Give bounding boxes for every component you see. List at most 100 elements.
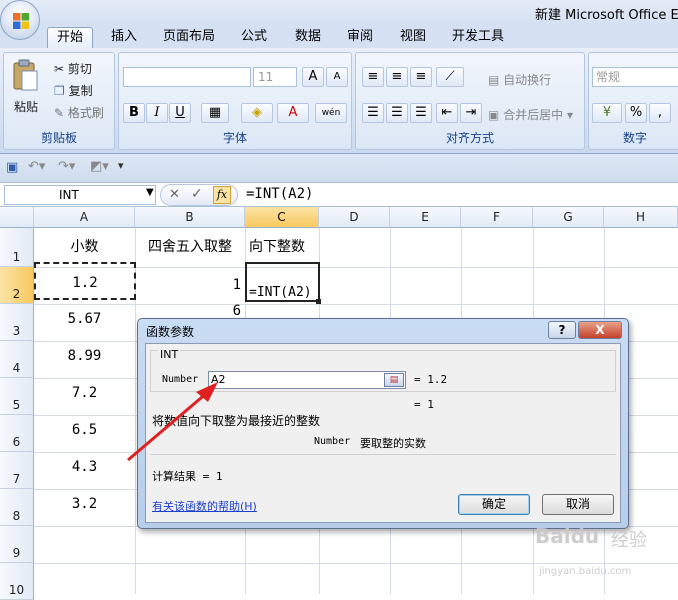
decrease-indent-icon[interactable]: ⇤ <box>436 103 458 123</box>
title-bar: 新建 Microsoft Office Exc <box>0 0 678 24</box>
row-header-5[interactable]: 5 <box>0 378 34 415</box>
customize-qat-icon[interactable]: ▾ <box>118 159 124 172</box>
number-arg-input[interactable]: A2 <box>208 371 406 389</box>
col-header-d[interactable]: D <box>319 207 390 228</box>
redo-icon[interactable]: ↷▾ <box>58 159 75 174</box>
undo-icon[interactable]: ↶▾ <box>28 159 45 174</box>
tab-home[interactable]: 开始 <box>47 27 93 48</box>
row-header-10[interactable]: 10 <box>0 563 34 600</box>
row-header-2[interactable]: 2 <box>0 267 34 304</box>
tab-page-layout[interactable]: 页面布局 <box>158 27 220 48</box>
function-result: = 1 <box>414 398 434 411</box>
cell-b2[interactable]: 1 <box>135 267 245 304</box>
help-link[interactable]: 有关该函数的帮助(H) <box>152 498 257 514</box>
comma-icon[interactable]: , <box>649 103 671 123</box>
tab-view[interactable]: 视图 <box>393 27 433 48</box>
cell-b1[interactable]: 四舍五入取整 <box>135 228 245 267</box>
select-all-corner[interactable] <box>0 207 34 228</box>
bold-button[interactable]: B <box>123 103 145 123</box>
align-top-icon[interactable]: ≡ <box>362 67 384 87</box>
border-icon[interactable]: ▦ <box>201 103 229 123</box>
font-color-icon[interactable]: A <box>277 103 309 123</box>
cell-a4[interactable]: 8.99 <box>34 341 135 378</box>
name-box[interactable]: INT <box>4 185 156 205</box>
tab-formulas[interactable]: 公式 <box>234 27 274 48</box>
dialog-title: 函数参数 <box>146 325 195 339</box>
fill-handle[interactable] <box>316 299 321 304</box>
cell-c2[interactable]: =INT(A2) <box>245 262 320 302</box>
baidu-watermark: Baidu 经验 jingyan.baidu.com <box>535 520 675 590</box>
number-format-box[interactable]: 常规 <box>592 67 678 87</box>
merge-center-button[interactable]: ▣ 合并后居中 ▾ <box>488 106 573 123</box>
cancel-formula-icon[interactable]: ✕ <box>169 187 180 202</box>
row-header-8[interactable]: 8 <box>0 489 34 526</box>
currency-icon[interactable]: ¥ <box>592 103 622 123</box>
font-name-box[interactable] <box>123 67 251 87</box>
align-bottom-icon[interactable]: ≡ <box>410 67 432 87</box>
align-right-icon[interactable]: ☰ <box>410 103 432 123</box>
font-label: 字体 <box>222 131 247 145</box>
row-header-1[interactable]: 1 <box>0 228 34 267</box>
merge-icon: ▣ <box>488 108 500 122</box>
col-header-h[interactable]: H <box>604 207 678 228</box>
increase-indent-icon[interactable]: ⇥ <box>460 103 482 123</box>
phonetic-icon[interactable]: wén <box>315 103 347 123</box>
row-header-9[interactable]: 9 <box>0 526 34 563</box>
office-logo-icon <box>13 13 29 29</box>
tab-insert[interactable]: 插入 <box>104 27 144 48</box>
col-header-a[interactable]: A <box>34 207 135 228</box>
cell-a5[interactable]: 7.2 <box>34 378 135 415</box>
cell-a3[interactable]: 5.67 <box>34 304 135 341</box>
copy-button[interactable]: ❐ 复制 <box>54 82 93 99</box>
close-button[interactable]: X <box>578 321 622 339</box>
help-button[interactable]: ? <box>548 321 576 339</box>
number-label: 数字 <box>622 131 647 145</box>
format-painter-button[interactable]: ✎ 格式刷 <box>54 104 104 121</box>
row-header-6[interactable]: 6 <box>0 415 34 452</box>
percent-button[interactable]: % <box>625 103 647 123</box>
cell-a6[interactable]: 6.5 <box>34 415 135 452</box>
office-button[interactable] <box>0 0 40 40</box>
scissors-icon: ✂ <box>54 62 65 76</box>
name-box-dropdown-icon[interactable]: ▼ <box>146 187 154 198</box>
col-header-e[interactable]: E <box>390 207 461 228</box>
ok-button[interactable]: 确定 <box>458 494 530 515</box>
align-middle-icon[interactable]: ≡ <box>386 67 408 87</box>
orientation-icon[interactable]: ⟋ <box>436 67 464 87</box>
collapse-dialog-icon[interactable]: ▤ <box>384 373 404 387</box>
italic-button[interactable]: I <box>146 103 168 123</box>
formula-input[interactable]: =INT(A2) <box>246 186 313 202</box>
col-header-g[interactable]: G <box>533 207 604 228</box>
font-size-box[interactable]: 11 <box>253 67 297 87</box>
cell-a7[interactable]: 4.3 <box>34 452 135 489</box>
col-header-f[interactable]: F <box>461 207 533 228</box>
cancel-button[interactable]: 取消 <box>542 494 614 515</box>
chart-icon[interactable]: ◩▾ <box>90 159 109 174</box>
grow-font-button[interactable]: A <box>302 67 324 87</box>
paste-button[interactable]: 粘贴 <box>14 98 38 115</box>
col-header-c[interactable]: C <box>245 207 319 228</box>
underline-button[interactable]: U <box>169 103 191 123</box>
row-header-7[interactable]: 7 <box>0 452 34 489</box>
alignment-label: 对齐方式 <box>445 131 494 145</box>
align-center-icon[interactable]: ☰ <box>386 103 408 123</box>
wrap-text-button[interactable]: ▤ 自动换行 <box>488 71 551 88</box>
cut-button[interactable]: ✂ 剪切 <box>54 60 92 77</box>
col-header-b[interactable]: B <box>135 207 245 228</box>
fill-color-icon[interactable]: ◈ <box>241 103 273 123</box>
insert-function-icon[interactable]: fx <box>213 186 231 204</box>
tab-developer[interactable]: 开发工具 <box>446 27 510 48</box>
row-header-4[interactable]: 4 <box>0 341 34 378</box>
row-header-3[interactable]: 3 <box>0 304 34 341</box>
function-arguments-dialog: 函数参数 ? X INT Number A2 ▤ = 1.2 = 1 将数值向下… <box>137 318 629 529</box>
cell-a2[interactable]: 1.2 <box>34 262 136 300</box>
cell-a8[interactable]: 3.2 <box>34 489 135 526</box>
arg-result: = 1.2 <box>414 373 448 386</box>
shrink-font-button[interactable]: A <box>326 67 348 87</box>
divider <box>150 454 616 455</box>
tab-review[interactable]: 审阅 <box>340 27 380 48</box>
tab-data[interactable]: 数据 <box>288 27 328 48</box>
align-left-icon[interactable]: ☰ <box>362 103 384 123</box>
save-icon[interactable]: ▣ <box>6 160 18 175</box>
enter-formula-icon[interactable]: ✓ <box>191 186 203 202</box>
